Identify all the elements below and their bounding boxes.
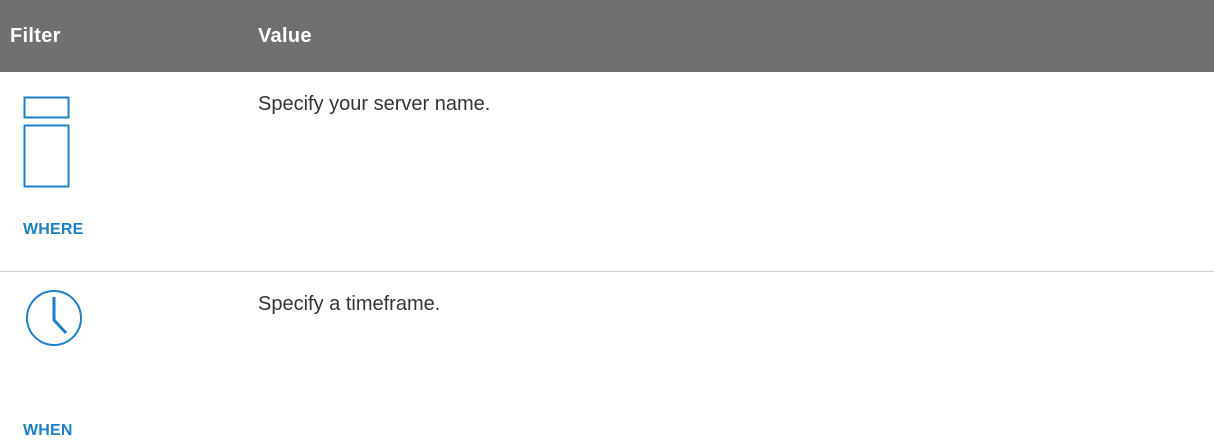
server-icon (23, 96, 70, 188)
filter-label-when: WHEN (23, 422, 73, 439)
clock-icon (26, 290, 82, 346)
filter-cell-where: WHERE (0, 72, 258, 271)
filter-label-where: WHERE (23, 221, 84, 238)
value-cell-when: Specify a timeframe. (258, 293, 441, 315)
table-row-when: WHEN Specify a timeframe. (0, 272, 1214, 448)
filter-table: Filter Value WHERE Specify your server n… (0, 0, 1214, 448)
table-header: Filter Value (0, 0, 1214, 72)
filter-cell-when: WHEN (0, 272, 258, 448)
value-cell-where: Specify your server name. (258, 93, 491, 115)
header-filter: Filter (10, 24, 61, 47)
table-row-where: WHERE Specify your server name. (0, 72, 1214, 272)
header-value: Value (258, 24, 312, 47)
